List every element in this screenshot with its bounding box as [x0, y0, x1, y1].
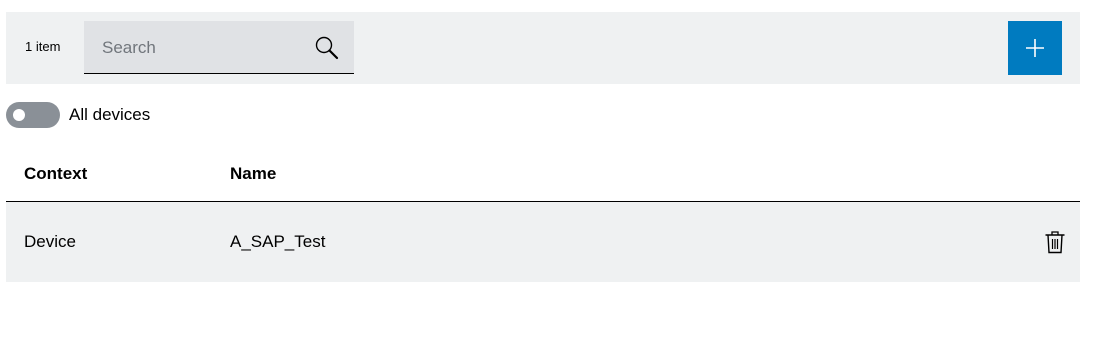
trash-icon[interactable]	[1044, 230, 1066, 254]
search-input[interactable]: Search	[84, 21, 354, 74]
column-header-name[interactable]: Name	[230, 164, 276, 184]
cell-context: Device	[24, 232, 76, 251]
toggle-knob	[13, 109, 25, 121]
item-count: 1 item	[25, 39, 61, 54]
search-icon[interactable]	[314, 35, 340, 61]
plus-icon	[1026, 39, 1044, 57]
all-devices-toggle[interactable]	[6, 102, 60, 128]
column-header-context[interactable]: Context	[24, 164, 87, 184]
add-button[interactable]	[1008, 21, 1062, 75]
toggle-label: All devices	[69, 105, 151, 124]
search-placeholder: Search	[102, 38, 156, 57]
toolbar: 1 item Search	[6, 12, 1080, 84]
table-row[interactable]: Device A_SAP_Test	[6, 202, 1080, 282]
table-header: Context Name	[6, 150, 1080, 202]
cell-name: A_SAP_Test	[230, 232, 326, 251]
